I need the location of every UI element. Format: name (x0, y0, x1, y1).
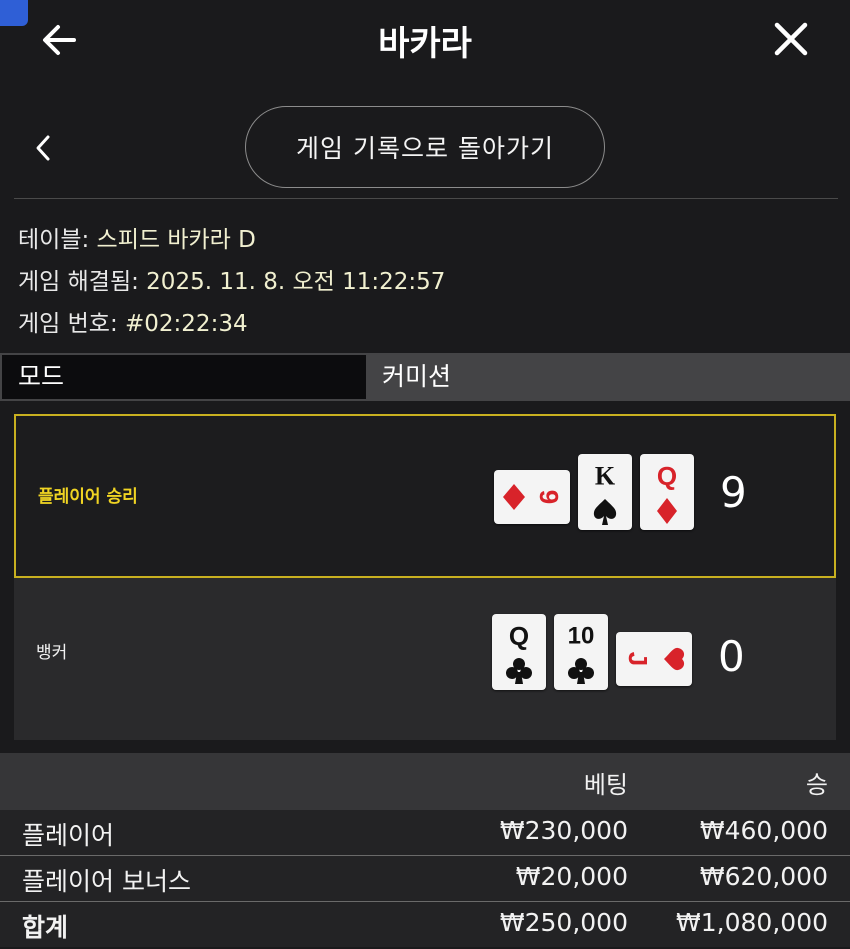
total-row: 합계 ₩250,000 ₩1,080,000 (0, 902, 850, 947)
playing-card-k-spades: K (578, 454, 632, 530)
bet-amount: ₩230,000 (499, 816, 628, 845)
back-to-history-button[interactable]: 게임 기록으로 돌아가기 (245, 106, 605, 188)
playing-card-9-diamonds: 9 (494, 470, 570, 524)
playing-card-j-hearts: J (616, 632, 692, 686)
table-info: 테이블: 스피드 바카라 D (18, 220, 256, 254)
game-number-label: 게임 번호: (18, 311, 126, 337)
card-rank: Q (509, 621, 529, 651)
game-number-value: #02:22:34 (125, 311, 248, 337)
card-rank: 10 (568, 623, 595, 650)
results-panel: 플레이어 승리 9 K Q 9 뱅커 Q 10 J 0 (0, 401, 850, 753)
player-score: 9 (720, 468, 747, 517)
banker-result-label: 뱅커 (36, 643, 68, 663)
player-result-label: 플레이어 승리 (38, 487, 138, 507)
page-title: 바카라 (378, 24, 472, 64)
bet-amount: ₩20,000 (515, 862, 628, 891)
card-rank: Q (657, 461, 677, 491)
playing-card-q-diamonds: Q (640, 454, 694, 530)
resolved-label: 게임 해결됨: (18, 269, 147, 295)
divider (14, 198, 838, 199)
header-bar: 바카라 (0, 0, 850, 80)
bet-table-header: 베팅 승 (0, 753, 850, 810)
bet-row-label: 플레이어 (22, 821, 115, 850)
playing-card-10-clubs: 10 (554, 614, 608, 690)
nav-row: 게임 기록으로 돌아가기 (0, 90, 850, 198)
banker-result: 뱅커 Q 10 J 0 (14, 578, 836, 740)
mode-value: 커미션 (382, 362, 452, 391)
total-bet-amount: ₩250,000 (499, 908, 628, 937)
total-label: 합계 (22, 913, 69, 942)
playing-card-q-clubs: Q (492, 614, 546, 690)
close-icon[interactable] (766, 14, 816, 64)
bet-column-header: 베팅 (583, 771, 628, 799)
table-label: 테이블: (18, 227, 97, 253)
mode-bar: 모드 커미션 (0, 353, 850, 401)
resolved-info: 게임 해결됨: 2025. 11. 8. 오전 11:22:57 (18, 262, 445, 296)
win-column-header: 승 (805, 771, 828, 799)
card-rank: K (595, 462, 616, 491)
win-amount: ₩620,000 (699, 862, 828, 891)
mode-label: 모드 (2, 355, 366, 399)
banker-score: 0 (718, 632, 745, 681)
card-rank: J (623, 652, 653, 666)
chevron-left-icon[interactable] (28, 128, 58, 168)
table-value: 스피드 바카라 D (96, 227, 256, 253)
bet-row: 플레이어 ₩230,000 ₩460,000 (0, 810, 850, 855)
total-win-amount: ₩1,080,000 (676, 908, 828, 937)
game-number-info: 게임 번호: #02:22:34 (18, 304, 248, 338)
bet-row-label: 플레이어 보너스 (22, 867, 191, 896)
bet-row: 플레이어 보너스 ₩20,000 ₩620,000 (0, 856, 850, 901)
win-amount: ₩460,000 (699, 816, 828, 845)
resolved-value: 2025. 11. 8. 오전 11:22:57 (146, 269, 446, 295)
player-result: 플레이어 승리 9 K Q 9 (14, 414, 836, 578)
card-rank: 9 (534, 490, 564, 504)
